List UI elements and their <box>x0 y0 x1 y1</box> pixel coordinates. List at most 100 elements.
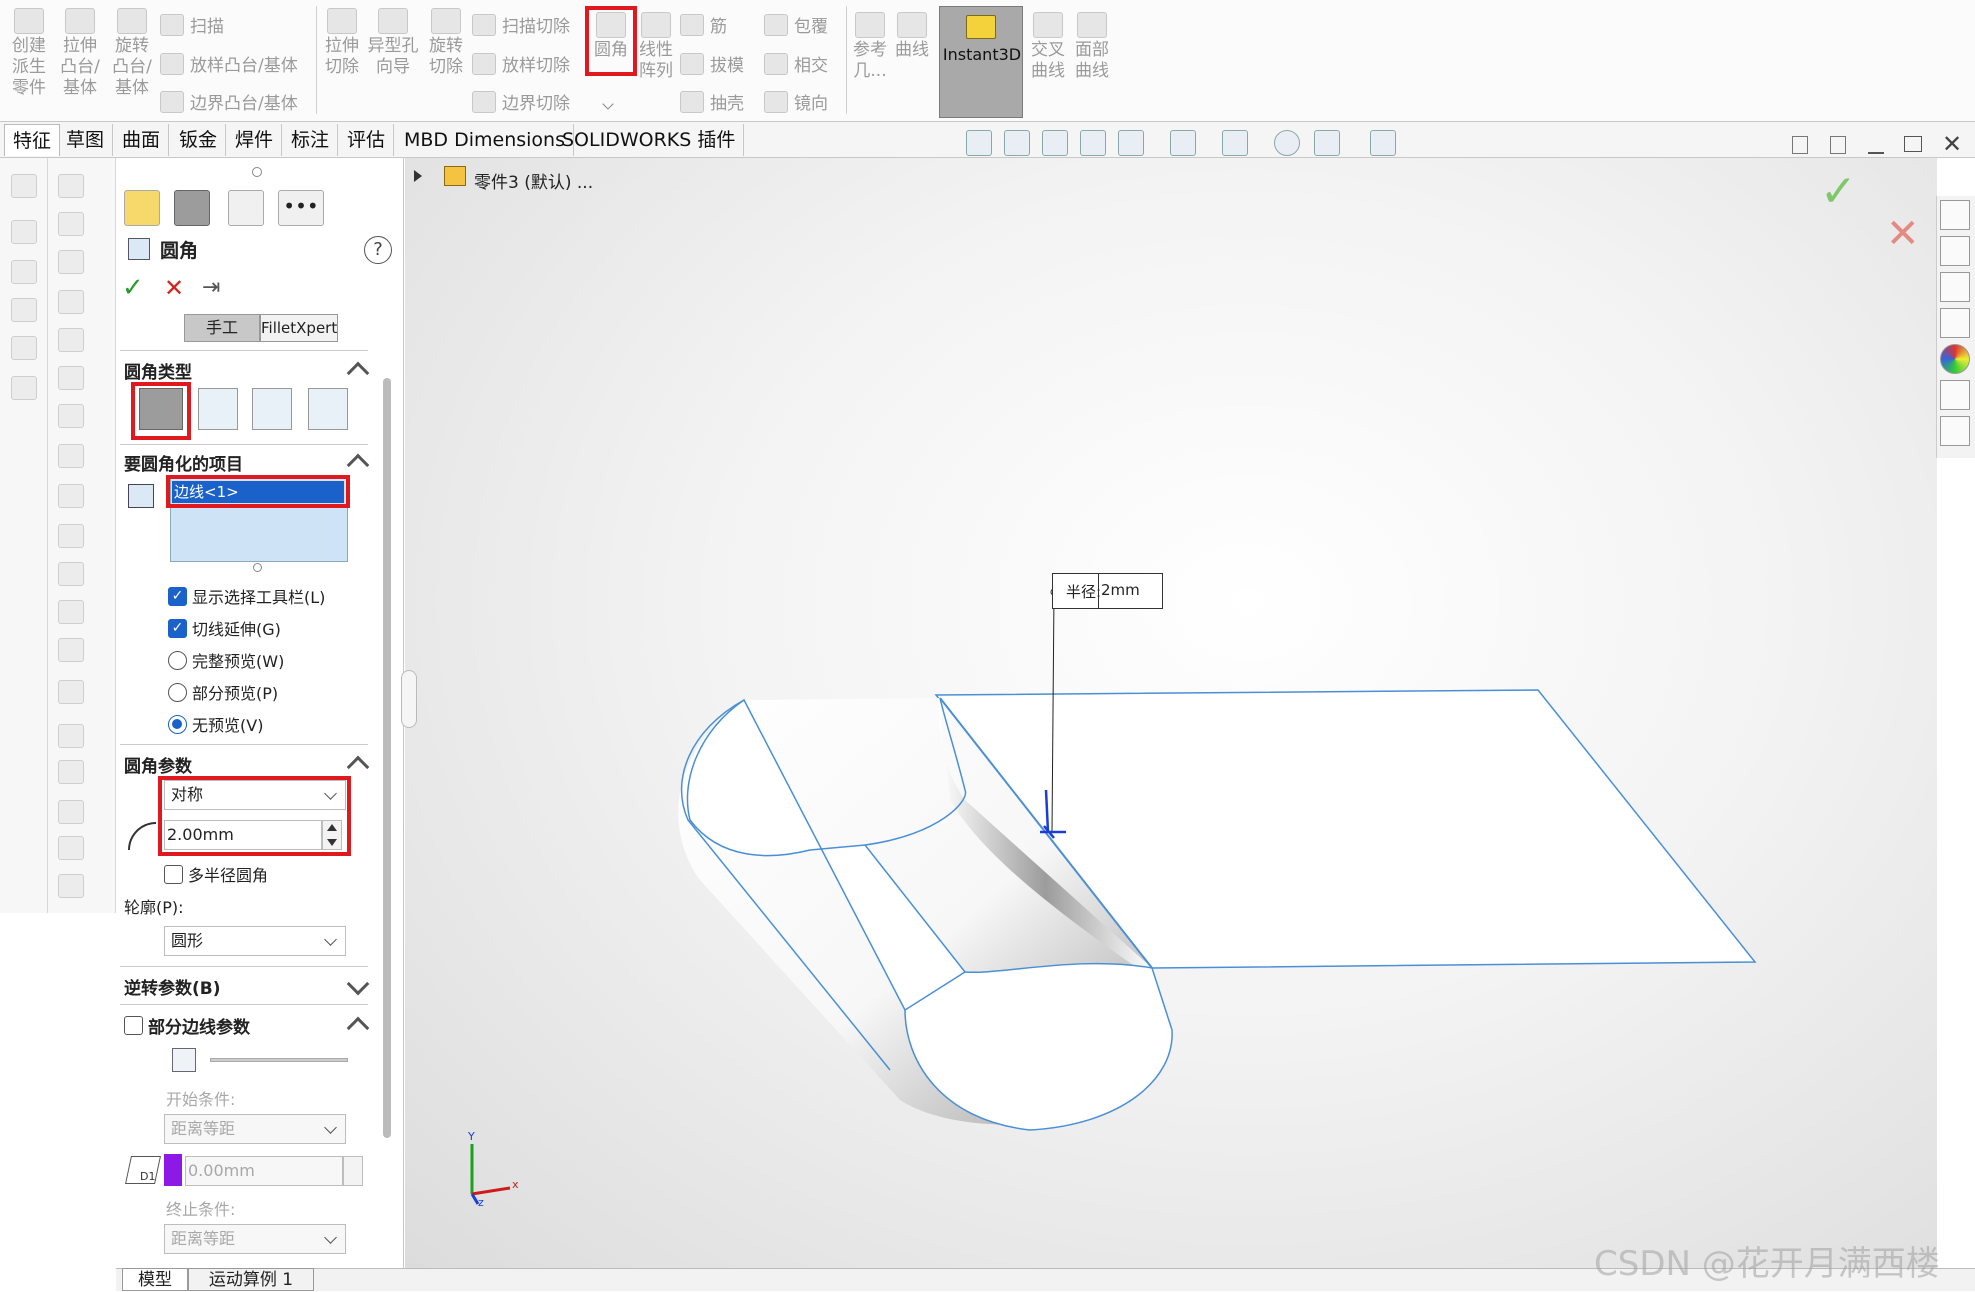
variable-size-fillet-button[interactable] <box>198 388 238 430</box>
previous-view-icon[interactable] <box>1042 130 1068 156</box>
view-settings-icon[interactable] <box>1370 130 1396 156</box>
more-tabs-button[interactable]: ••• <box>278 190 324 226</box>
rib-button[interactable]: 筋 <box>680 12 727 37</box>
section-view-icon[interactable] <box>1080 130 1106 156</box>
filletxpert-mode-tab[interactable]: FilletXpert <box>260 314 338 342</box>
restore-icon[interactable] <box>1904 136 1922 152</box>
feature-strip-icon-5[interactable] <box>58 328 84 352</box>
close-window-icon[interactable]: ✕ <box>1940 132 1964 156</box>
left-strip-icon-2[interactable] <box>11 220 37 244</box>
face-fillet-button[interactable] <box>252 388 292 430</box>
feature-strip-icon-6[interactable] <box>58 366 84 390</box>
intersect-curve-button[interactable]: 交叉 曲线 <box>1028 12 1068 82</box>
scene-icon[interactable] <box>1314 130 1340 156</box>
full-preview-radio[interactable]: 完整预览(W) <box>168 648 284 672</box>
feature-strip-icon-18[interactable] <box>58 836 84 860</box>
left-strip-icon-6[interactable] <box>11 376 37 400</box>
feature-strip-icon-7[interactable] <box>58 404 84 428</box>
feature-strip-icon-12[interactable] <box>58 600 84 624</box>
pin-icon[interactable]: ⇥ <box>202 276 220 300</box>
reverse-params-title[interactable]: 逆转参数(B) <box>124 974 221 999</box>
feature-strip-icon-3[interactable] <box>58 250 84 274</box>
model-svg[interactable] <box>405 158 1937 1270</box>
tab-sketch[interactable]: 草图 <box>58 124 114 156</box>
feature-strip-icon-14[interactable] <box>58 680 84 704</box>
appearances-icon[interactable] <box>1940 344 1970 374</box>
feature-strip-icon-4[interactable] <box>58 290 84 314</box>
full-round-fillet-button[interactable] <box>308 388 348 430</box>
intersect-button[interactable]: 相交 <box>764 51 828 76</box>
revolve-cut-button[interactable]: 旋转 切除 <box>424 8 468 78</box>
feature-strip-icon-11[interactable] <box>58 562 84 586</box>
loft-boss-button[interactable]: 放样凸台/基体 <box>160 51 298 76</box>
offset-input[interactable]: 0.00mm <box>185 1156 343 1186</box>
feature-strip-icon-16[interactable] <box>58 760 84 784</box>
feature-strip-icon-9[interactable] <box>58 484 84 508</box>
custom-properties-icon[interactable] <box>1940 380 1970 410</box>
tab-features[interactable]: 特征 <box>4 124 61 156</box>
show-selection-toolbar-checkbox[interactable]: ✓ 显示选择工具栏(L) <box>168 584 325 608</box>
help-button[interactable]: ? <box>364 236 392 264</box>
left-strip-icon-4[interactable] <box>11 298 37 322</box>
extrude-boss-button[interactable]: 拉伸 凸台/ 基体 <box>56 8 104 99</box>
linear-pattern-button[interactable]: 线性 阵列 <box>636 12 676 82</box>
tab-mbd[interactable]: MBD Dimensions <box>396 124 574 156</box>
feature-strip-icon-19[interactable] <box>58 874 84 898</box>
feature-strip-icon-1[interactable] <box>58 174 84 198</box>
face-curve-button[interactable]: 面部 曲线 <box>1072 12 1112 82</box>
tab-weldments[interactable]: 焊件 <box>227 124 283 156</box>
sweep-button[interactable]: 扫描 <box>160 12 224 37</box>
home-icon[interactable] <box>1940 200 1970 230</box>
mirror-button[interactable]: 镜向 <box>764 89 828 114</box>
tangent-propagation-checkbox[interactable]: ✓ 切线延伸(G) <box>168 616 281 640</box>
boundary-boss-button[interactable]: 边界凸台/基体 <box>160 89 298 114</box>
panel-splitter-handle[interactable] <box>252 167 262 177</box>
hide-show-icon[interactable] <box>1222 130 1248 156</box>
tab-markup[interactable]: 标注 <box>283 124 339 156</box>
left-strip-icon-5[interactable] <box>11 336 37 360</box>
left-strip-icon-3[interactable] <box>11 260 37 284</box>
forum-icon[interactable] <box>1940 416 1970 446</box>
view-palette-icon[interactable] <box>1940 308 1970 338</box>
tab-surfaces[interactable]: 曲面 <box>114 124 170 156</box>
tab-motion-study[interactable]: 运动算例 1 <box>188 1268 314 1291</box>
tab-addins[interactable]: SOLIDWORKS 插件 <box>554 124 745 156</box>
list-resize-handle[interactable] <box>253 563 262 572</box>
display-style-icon[interactable] <box>1170 130 1196 156</box>
sweep-cut-button[interactable]: 扫描切除 <box>472 12 570 37</box>
extrude-cut-button[interactable]: 拉伸 切除 <box>320 8 364 78</box>
hole-wizard-button[interactable]: 异型孔 向导 <box>366 8 420 78</box>
feature-strip-icon-17[interactable] <box>58 800 84 824</box>
cancel-button[interactable]: ✕ <box>164 274 184 302</box>
feature-manager-tab[interactable] <box>124 190 160 226</box>
multi-radius-checkbox[interactable]: 多半径圆角 <box>164 862 268 886</box>
profile-select[interactable]: 圆形 <box>164 926 346 956</box>
derived-part-button[interactable]: 创建 派生 零件 <box>6 8 52 99</box>
appearance-icon[interactable] <box>1274 130 1300 156</box>
partial-edge-checkbox[interactable]: 部分边线参数 <box>124 1013 250 1038</box>
curves-button[interactable]: 曲线 <box>892 12 932 61</box>
feature-strip-icon-10[interactable] <box>58 524 84 548</box>
feature-strip-icon-8[interactable] <box>58 444 84 468</box>
instant3d-button[interactable]: Instant3D <box>939 6 1023 118</box>
radius-callout-input[interactable]: 2mm <box>1098 573 1163 609</box>
configuration-manager-tab[interactable] <box>228 190 264 226</box>
ok-button[interactable]: ✓ <box>122 274 144 302</box>
offset-spinner[interactable] <box>343 1156 363 1186</box>
design-library-icon[interactable] <box>1940 236 1970 266</box>
loft-cut-button[interactable]: 放样切除 <box>472 51 570 76</box>
feature-strip-icon-15[interactable] <box>58 724 84 748</box>
boundary-cut-button[interactable]: 边界切除 <box>472 89 570 114</box>
start-condition-select[interactable]: 距离等距 <box>164 1114 346 1144</box>
ref-geometry-button[interactable]: 参考 几... <box>850 12 890 82</box>
left-strip-icon-1[interactable] <box>11 174 37 198</box>
manual-mode-tab[interactable]: 手工 <box>184 314 260 342</box>
zoom-area-icon[interactable] <box>1004 130 1030 156</box>
panel-scrollbar[interactable] <box>383 378 391 1138</box>
partial-edge-slider[interactable] <box>210 1058 348 1062</box>
tab-evaluate[interactable]: 评估 <box>339 124 395 156</box>
draft-button[interactable]: 拔模 <box>680 51 744 76</box>
zoom-to-fit-icon[interactable] <box>966 130 992 156</box>
revolve-boss-button[interactable]: 旋转 凸台/ 基体 <box>108 8 156 99</box>
file-explorer-icon[interactable] <box>1940 272 1970 302</box>
